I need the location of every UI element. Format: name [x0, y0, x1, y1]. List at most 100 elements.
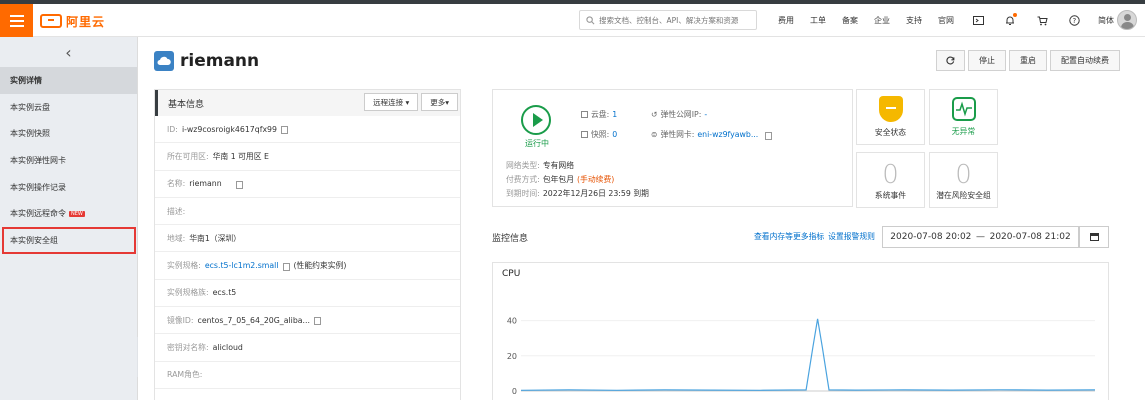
notification-dot	[1013, 13, 1017, 17]
cpu-chart-panel: CPU 40 20 0	[492, 262, 1109, 400]
nav-billing[interactable]: 费用	[770, 15, 802, 26]
aliyun-logo[interactable]: 阿里云	[40, 12, 105, 30]
risk-security-groups-tile[interactable]: 0 潜在风险安全组	[929, 152, 998, 208]
page-title: riemann	[154, 51, 259, 71]
nav-enterprise[interactable]: 企业	[866, 15, 898, 26]
cloud-server-icon	[154, 51, 174, 71]
search-box[interactable]	[579, 10, 757, 30]
nav-support[interactable]: 支持	[898, 15, 930, 26]
back-arrow-icon[interactable]: ‹	[0, 37, 137, 67]
sidebar-item-snapshots[interactable]: 本实例快照	[0, 120, 137, 147]
snapshot-count: 快照: 0	[581, 129, 617, 140]
snapshot-count-link[interactable]: 0	[612, 130, 617, 139]
info-row-image-id: 镜像ID: centos_7_05_64_20G_aliba...	[155, 307, 460, 335]
info-row-id: ID: i-wz9cosroigk4617qfx99	[155, 116, 460, 144]
basic-info-panel: 基本信息 远程连接 ▾ 更多 ▾ ID: i-wz9cosroigk4617qfx9…	[154, 89, 461, 400]
system-events-tile[interactable]: 0 系统事件	[856, 152, 925, 208]
health-tile[interactable]: 无异常	[929, 89, 998, 145]
sidebar-item-disks[interactable]: 本实例云盘	[0, 94, 137, 121]
refresh-button[interactable]	[936, 50, 965, 71]
sidebar-item-remote-commands[interactable]: 本实例远程命令 NEW	[0, 200, 137, 227]
sidebar-item-security-groups[interactable]: 本实例安全组	[2, 227, 136, 254]
more-button[interactable]: 更多 ▾	[421, 93, 458, 111]
y-tick-label: 0	[512, 387, 517, 396]
sidebar-item-enis[interactable]: 本实例弹性网卡	[0, 147, 137, 174]
disk-count-link[interactable]: 1	[612, 110, 617, 119]
sidebar-item-instance-details[interactable]: 实例详情	[0, 67, 137, 94]
instance-type-link[interactable]: ecs.t5-lc1m2.small	[205, 261, 279, 270]
info-row-instance-family: 实例规格族: ecs.t5	[155, 280, 460, 308]
cart-icon[interactable]	[1026, 4, 1058, 37]
auto-renew-button[interactable]: 配置自动续费	[1050, 50, 1120, 71]
refresh-icon	[946, 56, 955, 65]
stop-button[interactable]: 停止	[968, 50, 1006, 71]
status-panel: 运行中 云盘: 1 快照: 0 ↺ 弹性公网IP: - ⊜ 弹性网卡: eni-wz9fya…	[492, 89, 853, 207]
y-tick-label: 40	[507, 317, 517, 326]
edit-icon[interactable]	[235, 180, 243, 189]
disk-icon	[581, 111, 588, 118]
copy-icon[interactable]	[280, 126, 288, 135]
new-badge: NEW	[69, 210, 85, 217]
info-row-keypair: 密钥对名称: alicloud	[155, 334, 460, 362]
main-content: riemann 停止 重启 配置自动续费 基本信息 远程连接 ▾ 更多 ▾ ID:…	[138, 37, 1145, 400]
copy-icon[interactable]	[282, 262, 290, 271]
calendar-button[interactable]	[1079, 226, 1109, 248]
copy-icon[interactable]	[313, 317, 321, 326]
calendar-icon	[1089, 233, 1099, 241]
info-row-ram-role: RAM角色:	[155, 362, 460, 389]
running-status: 运行中	[525, 139, 549, 148]
disk-count: 云盘: 1	[581, 109, 617, 120]
eni-icon: ⊜	[651, 130, 658, 139]
search-icon	[586, 15, 595, 24]
alarm-rules-link[interactable]: 设置报警规则	[828, 231, 875, 242]
top-nav: 费用 工单 备案 企业 支持 官网 ? 简体	[770, 4, 1122, 37]
logo-mark-icon	[40, 14, 62, 28]
pulse-icon	[951, 97, 976, 121]
action-toolbar: 停止 重启 配置自动续费	[936, 50, 1120, 71]
start-time[interactable]: 2020-07-08 20:02	[890, 232, 971, 242]
instance-name: riemann	[180, 51, 260, 71]
system-events-count: 0	[882, 159, 899, 190]
bell-icon[interactable]	[994, 4, 1026, 37]
sidebar: ‹ 实例详情 本实例云盘 本实例快照 本实例弹性网卡 本实例操作记录 本实例远程…	[0, 37, 138, 400]
sidebar-item-operation-logs[interactable]: 本实例操作记录	[0, 174, 137, 201]
more-metrics-link[interactable]: 查看内存等更多指标	[754, 231, 824, 242]
shield-icon	[878, 96, 903, 122]
help-icon[interactable]: ?	[1058, 4, 1090, 37]
cpu-series-line	[520, 318, 1096, 391]
avatar[interactable]	[1117, 10, 1137, 30]
nav-tickets[interactable]: 工单	[802, 15, 834, 26]
monitor-links: 查看内存等更多指标 设置报警规则	[754, 231, 875, 242]
snapshot-icon	[581, 131, 588, 138]
monitor-title: 监控信息	[492, 234, 529, 244]
nav-icp[interactable]: 备案	[834, 15, 866, 26]
svg-text:?: ?	[1072, 17, 1076, 25]
y-tick-label: 20	[507, 352, 517, 361]
top-navbar: 阿里云 费用 工单 备案 企业 支持 官网 ? 简体	[0, 4, 1145, 37]
eni-info: ⊜ 弹性网卡: eni-wz9fyawb...	[651, 129, 773, 140]
running-play-icon	[521, 105, 551, 135]
cpu-chart: 40 20 0	[507, 317, 1096, 396]
remote-connect-button[interactable]: 远程连接 ▾	[364, 93, 419, 111]
search-input[interactable]	[599, 15, 749, 25]
terminal-icon[interactable]	[962, 4, 994, 37]
copy-icon[interactable]	[765, 131, 773, 140]
info-row-instance-type: 实例规格: ecs.t5-lc1m2.small (性能约束实例)	[155, 252, 460, 280]
end-time[interactable]: 2020-07-08 21:02	[990, 232, 1071, 242]
eip-info: ↺ 弹性公网IP: -	[651, 110, 708, 119]
nav-official-site[interactable]: 官网	[930, 15, 962, 26]
basic-info-header: 基本信息 远程连接 ▾ 更多 ▾	[155, 90, 460, 116]
network-type: 网络类型: 专有网络	[506, 161, 575, 170]
info-row-name: 名称: riemann	[155, 171, 460, 198]
date-range-picker[interactable]: 2020-07-08 20:02 — 2020-07-08 21:02	[882, 226, 1079, 248]
menu-icon[interactable]	[0, 4, 33, 37]
info-row-region: 地域: 华南1（深圳）	[155, 225, 460, 253]
info-row-zone: 所在可用区: 华南 1 可用区 E	[155, 143, 460, 171]
security-status-tile[interactable]: 安全状态	[856, 89, 925, 145]
expire-time: 到期时间: 2022年12月26日 23:59 到期	[506, 189, 649, 198]
restart-button[interactable]: 重启	[1009, 50, 1047, 71]
billing-method: 付费方式: 包年包月 (手动续费)	[506, 175, 615, 184]
eni-link[interactable]: eni-wz9fyawb...	[697, 130, 758, 139]
info-row-description: 描述:	[155, 198, 460, 226]
eip-icon: ↺	[651, 110, 658, 119]
